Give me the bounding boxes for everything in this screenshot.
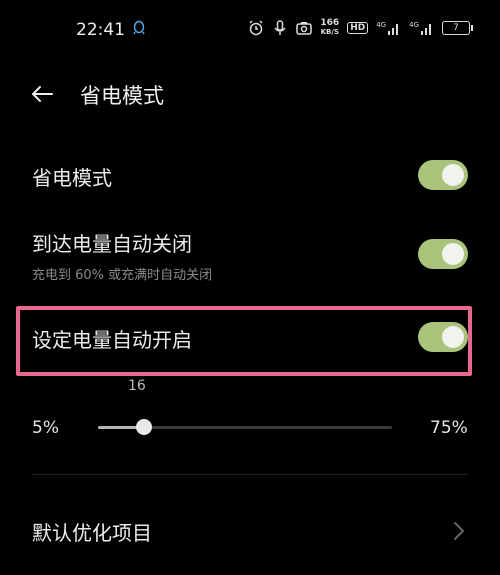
default-optimize-row[interactable]: 默认优化项目 [0,505,500,555]
slider-max-label: 75% [430,418,468,438]
auto-close-subtitle: 充电到 60% 或充满时自动关闭 [32,268,213,283]
highlight-box [16,306,472,376]
back-arrow-icon[interactable] [30,82,54,106]
signal-1-label: 4G [376,21,387,29]
network-speed: 166 KB/S [320,19,339,37]
signal-bars-icon [388,24,399,35]
auto-close-row[interactable]: 到达电量自动关闭 充电到 60% 或充满时自动关闭 [0,222,500,292]
chevron-right-icon [454,522,465,540]
auto-close-toggle[interactable] [418,239,468,269]
default-optimize-label: 默认优化项目 [32,521,152,545]
signal-1: 4G [376,21,401,35]
page-title: 省电模式 [80,84,164,108]
status-time: 22:41 [76,20,125,40]
slider-value: 16 [128,378,146,394]
page-header: 省电模式 [0,70,500,120]
qq-notification-icon [133,20,145,35]
status-bar: 22:41 166 KB/S HD 4G 4G 7 [0,0,500,60]
microphone-icon [274,20,286,35]
power-saving-row[interactable]: 省电模式 [0,150,500,200]
net-speed-unit: KB/S [320,28,339,36]
status-icons: 166 KB/S HD 4G 4G 7 [248,19,473,37]
power-saving-toggle[interactable] [418,160,468,190]
battery-level: 7 [453,23,459,33]
power-saving-label: 省电模式 [32,166,112,190]
toggle-knob [442,243,464,265]
signal-2-label: 4G [409,21,419,29]
signal-bars-icon [421,24,431,35]
camera-icon [296,22,313,35]
alarm-icon [249,20,263,36]
battery-icon: 7 [442,21,473,35]
slider-min-label: 5% [32,418,59,438]
hd-badge: HD [347,22,369,34]
toggle-knob [442,164,464,186]
battery-threshold-slider[interactable] [98,419,392,435]
slider-thumb[interactable] [136,419,153,435]
auto-close-label: 到达电量自动关闭 [32,232,192,256]
divider [32,474,468,475]
signal-2: 4G [409,21,434,35]
net-speed-value: 166 [320,18,340,28]
